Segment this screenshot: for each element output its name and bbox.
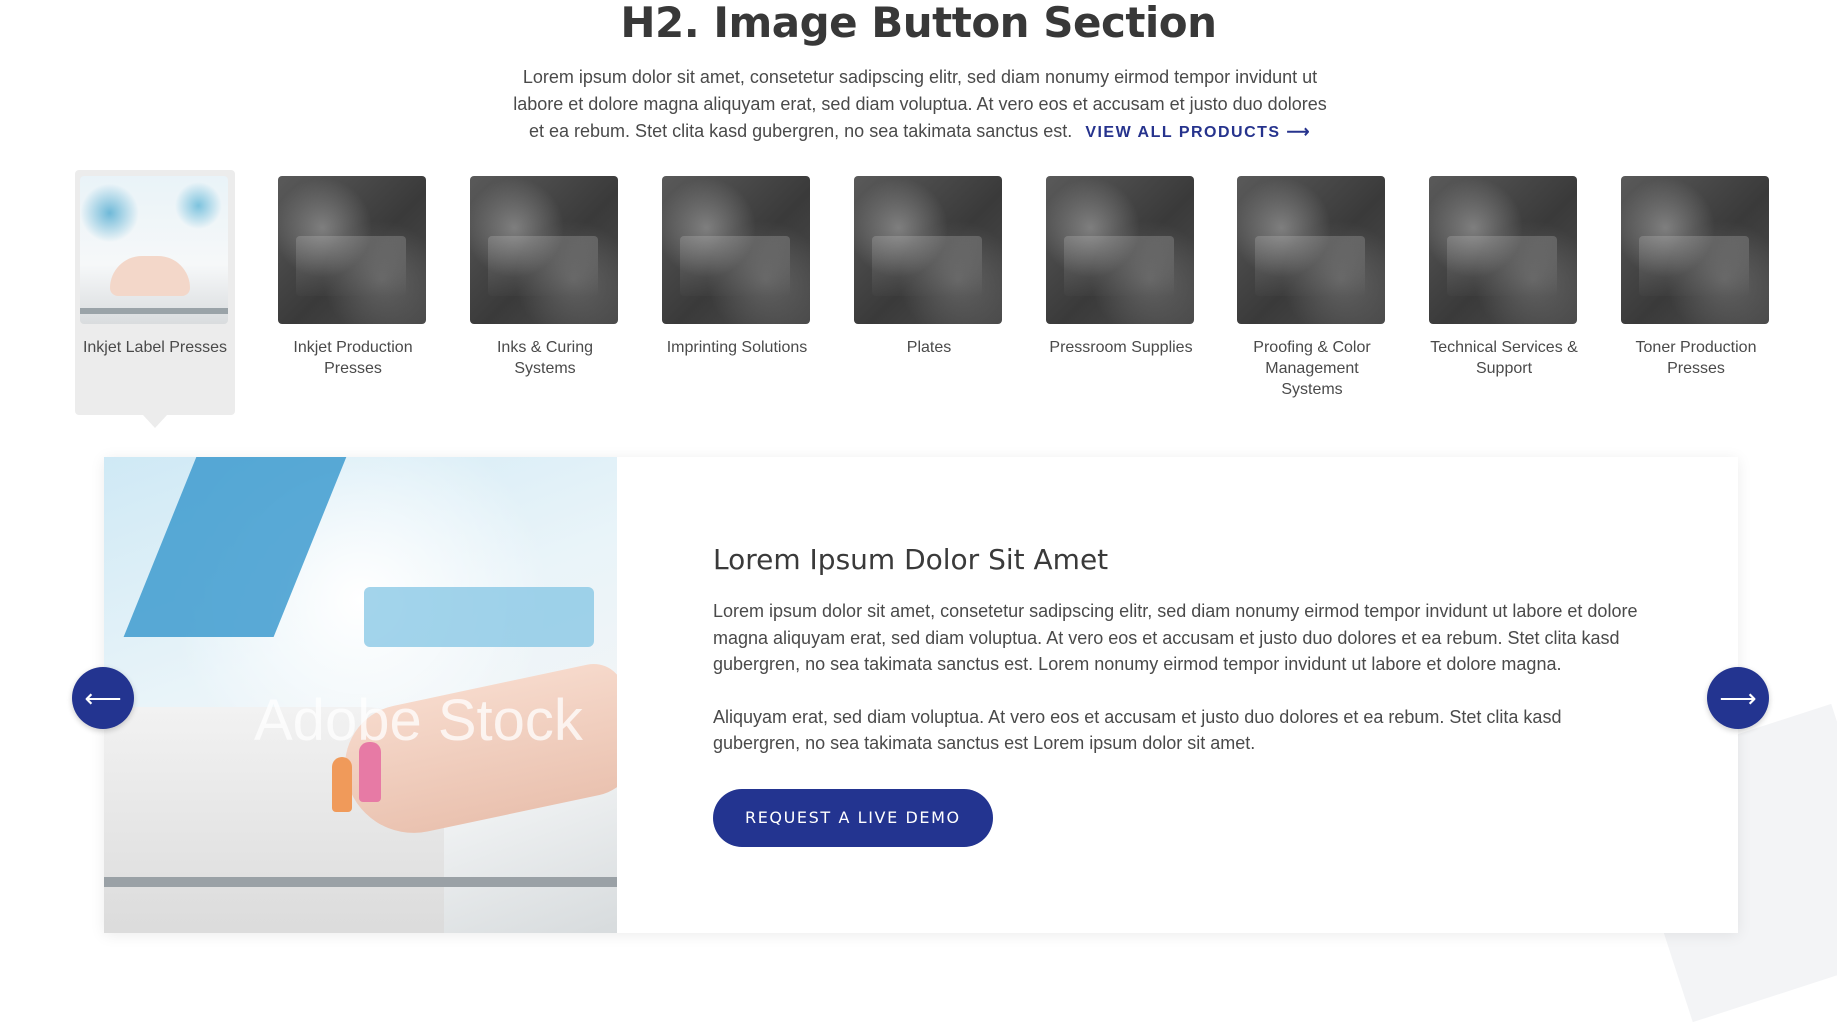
section-title: H2. Image Button Section	[620, 0, 1217, 47]
category-thumbnail	[1237, 176, 1385, 324]
next-arrow-icon[interactable]: ⟶	[1707, 667, 1769, 729]
category-proofing-color-management[interactable]: Proofing & Color Management Systems	[1232, 170, 1392, 415]
view-all-products-link[interactable]: VIEW ALL PRODUCTS ⟶	[1085, 124, 1311, 141]
category-thumbnail	[470, 176, 618, 324]
category-label: Inkjet Production Presses	[293, 339, 413, 377]
panel-paragraph-2: Aliquyam erat, sed diam voluptua. At ver…	[713, 706, 1562, 754]
panel-heading: Lorem Ipsum Dolor Sit Amet	[713, 543, 1109, 576]
previous-arrow-icon[interactable]: ⟵	[72, 667, 134, 729]
section-intro: Lorem ipsum dolor sit amet, consetetur s…	[505, 64, 1335, 146]
panel-content: Lorem Ipsum Dolor Sit Amet Lorem ipsum d…	[713, 543, 1653, 847]
detail-panel: Adobe Stock Lorem Ipsum Dolor Sit Amet L…	[104, 457, 1738, 933]
category-thumbnail	[278, 176, 426, 324]
category-thumbnail	[854, 176, 1002, 324]
category-plates[interactable]: Plates	[849, 170, 1009, 415]
panel-paragraph-1: Lorem ipsum dolor sit amet, consetetur s…	[713, 601, 1638, 674]
image-watermark: Adobe Stock	[254, 688, 583, 753]
category-label: Inks & Curing Systems	[496, 339, 594, 377]
category-inks-curing-systems[interactable]: Inks & Curing Systems	[465, 170, 625, 415]
category-thumbnail	[662, 176, 810, 324]
category-label: Proofing & Color Management Systems	[1253, 339, 1371, 398]
category-label: Toner Production Presses	[1635, 339, 1757, 377]
category-inkjet-production-presses[interactable]: Inkjet Production Presses	[273, 170, 433, 415]
category-thumbnail	[1429, 176, 1577, 324]
product-image: Adobe Stock	[104, 457, 617, 933]
category-pressroom-supplies[interactable]: Pressroom Supplies	[1041, 170, 1201, 415]
category-label: Technical Services & Support	[1430, 339, 1578, 377]
category-label: Inkjet Label Presses	[82, 339, 228, 356]
category-toner-production-presses[interactable]: Toner Production Presses	[1616, 170, 1776, 415]
category-technical-services[interactable]: Technical Services & Support	[1424, 170, 1584, 415]
request-demo-button[interactable]: REQUEST A LIVE DEMO	[713, 788, 993, 847]
category-imprinting-solutions[interactable]: Imprinting Solutions	[657, 170, 817, 415]
category-inkjet-label-presses[interactable]: Inkjet Label Presses	[75, 170, 235, 428]
category-thumbnail	[1046, 176, 1194, 324]
category-label: Imprinting Solutions	[666, 339, 808, 356]
category-label: Plates	[906, 339, 952, 356]
category-thumbnail	[1621, 176, 1769, 324]
category-list: Inkjet Label Presses Inkjet Production P…	[0, 170, 1837, 428]
category-label: Pressroom Supplies	[1049, 339, 1193, 356]
category-thumbnail	[80, 176, 228, 324]
